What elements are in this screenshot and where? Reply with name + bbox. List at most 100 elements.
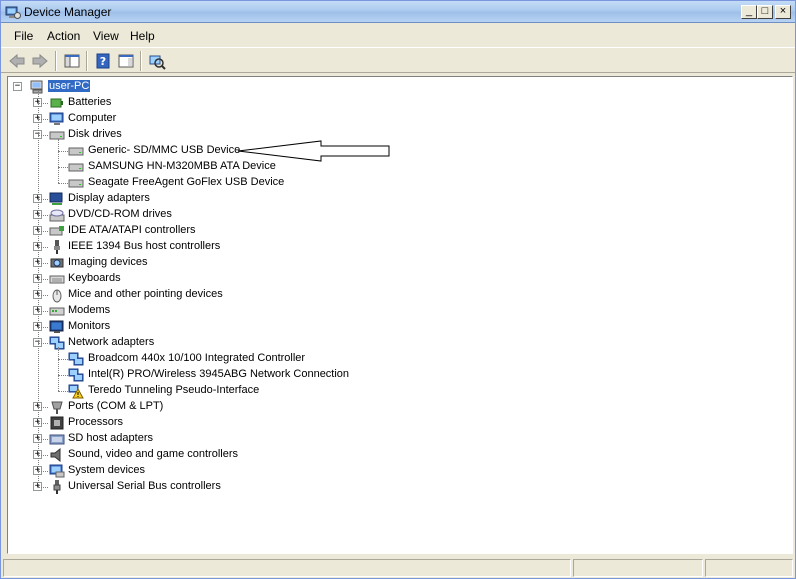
ieee1394-icon — [49, 239, 65, 255]
tree-connector-line — [58, 347, 59, 391]
tree-category[interactable]: + Batteries — [8, 95, 788, 111]
tree-connector-line — [38, 295, 48, 296]
tree-connector-line — [38, 199, 48, 200]
tree-device[interactable]: Intel(R) PRO/Wireless 3945ABG Network Co… — [8, 367, 788, 383]
category-label: SD host adapters — [68, 432, 153, 444]
help-icon[interactable]: ? — [94, 52, 112, 70]
category-label: Monitors — [68, 320, 111, 332]
device-manager-window: Device Manager _ □ × File Action View He… — [0, 0, 796, 579]
network-adapter-icon — [68, 351, 84, 367]
menu-view[interactable]: View — [93, 29, 119, 43]
device-manager-icon — [5, 6, 21, 19]
ide-controller-icon — [49, 223, 65, 239]
tree-category[interactable]: + Modems — [8, 303, 788, 319]
category-label: Ports (COM & LPT) — [68, 400, 164, 412]
sd-adapter-icon — [49, 431, 65, 447]
menu-bar: File Action View Help — [1, 24, 795, 46]
tree-category[interactable]: + System devices — [8, 463, 788, 479]
collapse-icon[interactable]: − — [13, 82, 22, 91]
tree-connector-line — [38, 215, 48, 216]
tree-category[interactable]: + SD host adapters — [8, 431, 788, 447]
category-label: DVD/CD-ROM drives — [68, 208, 172, 220]
minimize-button[interactable]: _ — [741, 5, 757, 19]
tree-category[interactable]: − Network adapters — [8, 335, 788, 351]
tree-connector-line — [38, 279, 48, 280]
properties-view-icon[interactable] — [117, 52, 135, 70]
device-label: Generic- SD/MMC USB Device — [88, 144, 241, 156]
tree-device[interactable]: Teredo Tunneling Pseudo-Interface — [8, 383, 788, 399]
disk-drive-icon — [49, 127, 65, 143]
network-adapter-icon — [49, 335, 65, 351]
tree-category[interactable]: + Sound, video and game controllers — [8, 447, 788, 463]
category-label: Universal Serial Bus controllers — [68, 480, 221, 492]
menu-help[interactable]: Help — [130, 29, 155, 43]
device-label: Intel(R) PRO/Wireless 3945ABG Network Co… — [88, 368, 350, 380]
tree-connector-line — [58, 375, 68, 376]
close-button[interactable]: × — [775, 5, 791, 19]
tree-root-label: user-PC — [48, 80, 91, 92]
category-label: Imaging devices — [68, 256, 148, 268]
tree-category[interactable]: + Display adapters — [8, 191, 788, 207]
tree-category[interactable]: + IEEE 1394 Bus host controllers — [8, 239, 788, 255]
tree-category[interactable]: + Computer — [8, 111, 788, 127]
tree-category[interactable]: + Processors — [8, 415, 788, 431]
tree-connector-line — [38, 247, 48, 248]
tree-category[interactable]: + Imaging devices — [8, 255, 788, 271]
tree-connector-line — [38, 91, 39, 487]
category-label: Modems — [68, 304, 111, 316]
tree-connector-line — [58, 359, 68, 360]
scan-hardware-changes-icon[interactable] — [148, 52, 166, 70]
device-tree[interactable]: − user-PC + Batteries + Computer − Disk drives G… — [7, 76, 793, 554]
disk-drive-icon — [68, 175, 84, 191]
status-bar — [1, 557, 795, 578]
tree-connector-line — [58, 167, 68, 168]
tree-connector-line — [38, 231, 48, 232]
tree-device[interactable]: Broadcom 440x 10/100 Integrated Controll… — [8, 351, 788, 367]
category-label: Processors — [68, 416, 124, 428]
camera-icon — [49, 255, 65, 271]
tree-category[interactable]: + Keyboards — [8, 271, 788, 287]
device-label: Teredo Tunneling Pseudo-Interface — [88, 384, 260, 396]
menu-file[interactable]: File — [14, 29, 33, 43]
category-label: Sound, video and game controllers — [68, 448, 238, 460]
monitor-icon — [49, 319, 65, 335]
tree-category[interactable]: + Universal Serial Bus controllers — [8, 479, 788, 495]
tree-category[interactable]: + Ports (COM & LPT) — [8, 399, 788, 415]
tree-category[interactable]: + Monitors — [8, 319, 788, 335]
tree-connector-line — [38, 439, 48, 440]
maximize-button[interactable]: □ — [757, 5, 773, 19]
tree-connector-line — [38, 455, 48, 456]
forward-arrow-icon[interactable] — [31, 52, 49, 70]
title-bar[interactable]: Device Manager _ □ × — [1, 1, 795, 23]
tree-connector-line — [58, 151, 68, 152]
tree-category[interactable]: + DVD/CD-ROM drives — [8, 207, 788, 223]
device-label: Broadcom 440x 10/100 Integrated Controll… — [88, 352, 306, 364]
tree-root[interactable]: − user-PC — [8, 79, 788, 95]
category-label: Mice and other pointing devices — [68, 288, 223, 300]
tree-category[interactable]: + Mice and other pointing devices — [8, 287, 788, 303]
annotation-arrow-icon — [237, 140, 390, 162]
tree-category[interactable]: − Disk drives — [8, 127, 788, 143]
svg-text:?: ? — [100, 55, 106, 68]
tree-connector-line — [38, 103, 48, 104]
category-label: System devices — [68, 464, 146, 476]
modem-icon — [49, 303, 65, 319]
port-icon — [49, 399, 65, 415]
tree-category[interactable]: + IDE ATA/ATAPI controllers — [8, 223, 788, 239]
tree-device[interactable]: SAMSUNG HN-M320MBB ATA Device — [8, 159, 788, 175]
category-label: IEEE 1394 Bus host controllers — [68, 240, 221, 252]
menu-action[interactable]: Action — [47, 29, 80, 43]
speaker-icon — [49, 447, 65, 463]
back-arrow-icon[interactable] — [8, 52, 26, 70]
toolbar: ? — [1, 47, 795, 73]
tree-connector-line — [38, 423, 48, 424]
display-adapter-icon — [49, 191, 65, 207]
toolbar-separator — [140, 51, 142, 71]
status-panel-2 — [573, 559, 703, 577]
tree-device[interactable]: Seagate FreeAgent GoFlex USB Device — [8, 175, 788, 191]
status-panel-3 — [705, 559, 793, 577]
dvd-icon — [49, 207, 65, 223]
tree-connector-line — [38, 311, 48, 312]
tree-device[interactable]: Generic- SD/MMC USB Device — [8, 143, 788, 159]
show-hide-console-tree-icon[interactable] — [63, 52, 81, 70]
